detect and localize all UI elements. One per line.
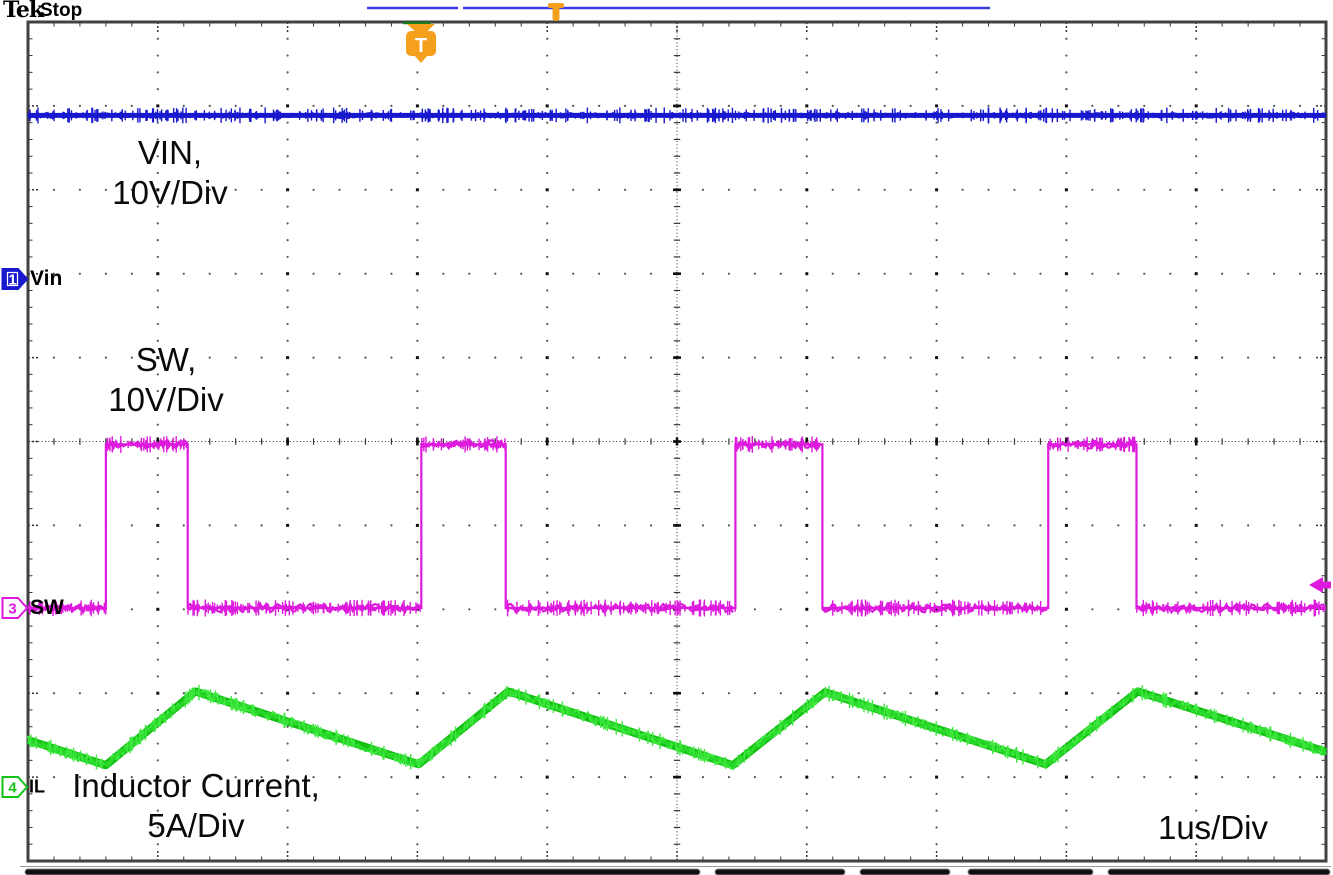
channel-badge-3[interactable]: 3: [3, 598, 28, 618]
channel-badge-4[interactable]: 4: [3, 777, 28, 797]
channel-label-il: IL: [29, 777, 45, 798]
annotation-line: Inductor Current,: [72, 767, 320, 804]
menu-button-stub[interactable]: [860, 869, 950, 875]
annotation-line: 10V/Div: [108, 381, 224, 418]
menu-button-stub[interactable]: [715, 869, 845, 875]
svg-text:1: 1: [8, 272, 16, 289]
record-trigger-position-icon[interactable]: [548, 3, 564, 21]
menu-button-stub[interactable]: [25, 869, 700, 875]
annotation-line: VIN,: [138, 134, 202, 171]
annotation-sw: SW, 10V/Div: [108, 340, 224, 420]
brand-logo: Tek: [3, 0, 43, 23]
trigger-flag-icon[interactable]: T: [403, 23, 436, 63]
scope-display: T 1 3 4: [0, 0, 1333, 875]
annotation-line: 10V/Div: [112, 174, 228, 211]
channel-badge-1[interactable]: 1: [3, 269, 28, 289]
annotation-line: SW,: [136, 341, 197, 378]
svg-text:T: T: [415, 35, 427, 57]
svg-text:4: 4: [8, 780, 17, 797]
annotation-timebase: 1us/Div: [1158, 808, 1268, 848]
channel-label-sw: SW: [30, 596, 64, 620]
acquisition-status: Stop: [40, 0, 82, 22]
svg-text:3: 3: [8, 601, 16, 618]
annotation-inductor-current: Inductor Current, 5A/Div: [72, 766, 320, 846]
annotation-line: 1us/Div: [1158, 809, 1268, 846]
menu-button-stub[interactable]: [968, 869, 1093, 875]
trigger-level-arrow-icon[interactable]: [1309, 577, 1331, 593]
menu-button-stub[interactable]: [1108, 869, 1330, 875]
annotation-vin: VIN, 10V/Div: [112, 133, 228, 213]
channel-label-vin: Vin: [30, 267, 62, 291]
annotation-line: 5A/Div: [147, 807, 244, 844]
